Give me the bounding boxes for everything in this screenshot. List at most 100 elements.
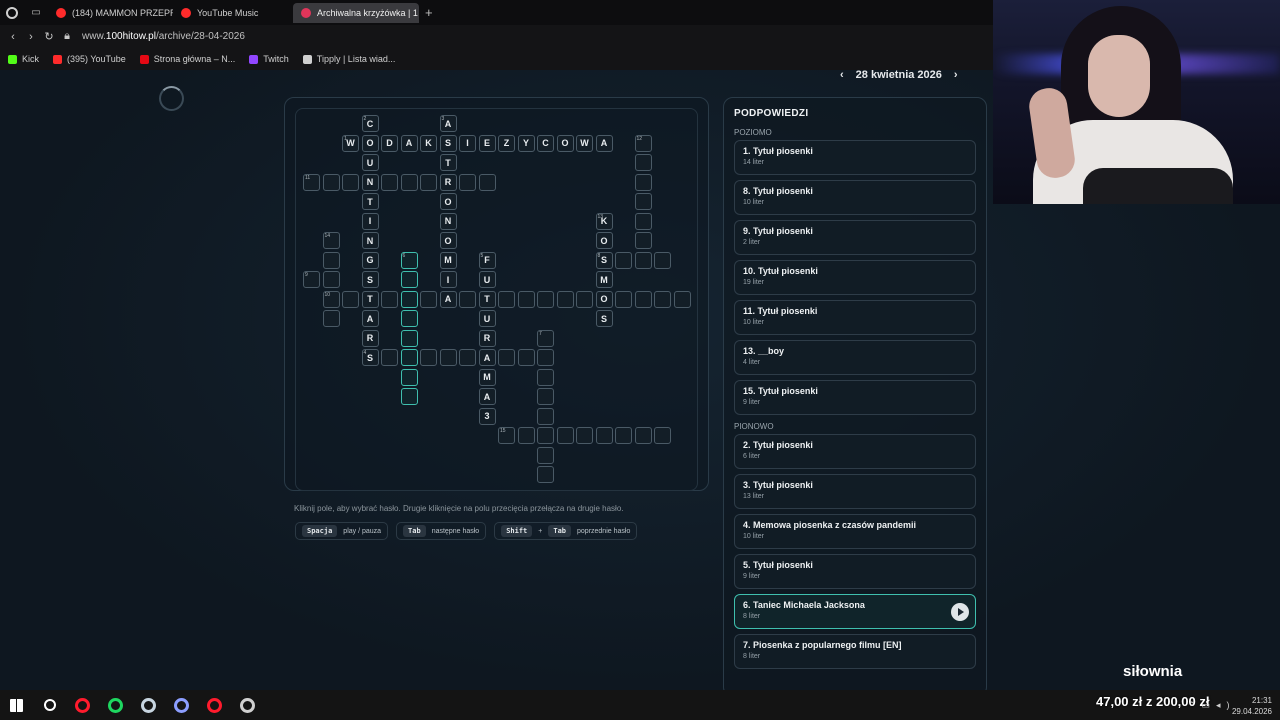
crossword-cell[interactable]: 3 [478,407,496,425]
crossword-cell[interactable] [400,310,418,327]
crossword-cell[interactable]: O [361,134,379,152]
crossword-cell[interactable] [400,388,418,405]
crossword-cell[interactable] [537,446,554,464]
opera-menu-icon[interactable] [0,0,24,25]
crossword-cell[interactable] [556,290,574,308]
back-icon[interactable]: ‹ [4,31,22,43]
crossword-cell[interactable] [459,290,476,308]
crossword-cell[interactable] [517,349,535,366]
new-tab-button[interactable]: + [419,5,439,20]
browser-tab[interactable]: (184) MAMMON PRZEPRO [48,3,173,23]
bookmark-item[interactable]: Kick [8,54,39,64]
crossword-cell[interactable] [634,251,652,269]
crossword-cell[interactable] [537,427,554,444]
crossword-cell[interactable]: A [595,134,613,152]
crossword-cell[interactable] [420,290,437,308]
crossword-cell[interactable]: N [361,232,379,249]
steam-icon[interactable] [132,690,165,720]
crossword-cell[interactable]: S [361,271,379,288]
reload-icon[interactable]: ↻ [40,30,58,43]
prev-date-button[interactable]: ‹ [840,70,844,81]
crossword-cell[interactable]: A [361,310,379,327]
obs-icon[interactable] [231,690,264,720]
crossword-cell[interactable] [342,173,359,191]
clue-item[interactable]: 5. Tytuł piosenki 9 liter [734,554,976,589]
crossword-cell[interactable] [634,193,652,210]
crossword-cell[interactable]: T [361,193,379,210]
crossword-cell[interactable]: R [361,329,379,347]
crossword-cell[interactable] [537,466,554,483]
crossword-cell[interactable]: O [595,232,613,249]
crossword-cell[interactable] [634,232,652,249]
url-field[interactable]: www.100hitow.pl/archive/28-04-2026 [82,31,245,42]
crossword-cell[interactable] [459,173,476,191]
crossword-cell[interactable] [322,271,340,288]
clue-item[interactable]: 8. Tytuł piosenki 10 liter [734,180,976,215]
crossword-cell[interactable]: N [361,173,379,191]
crossword-cell[interactable]: 1W [342,134,359,152]
crossword-cell[interactable]: 4S [361,349,379,366]
crossword-cell[interactable]: W [576,134,593,152]
bookmark-item[interactable]: Tipply | Lista wiad... [302,54,395,64]
crossword-cell[interactable] [576,427,593,444]
crossword-cell[interactable] [322,251,340,269]
crossword-cell[interactable]: I [361,212,379,230]
opera-icon[interactable] [66,690,99,720]
crossword-cell[interactable] [459,349,476,366]
crossword-cell[interactable]: N [439,212,457,230]
search-icon[interactable] [33,690,66,720]
crossword-cell[interactable]: 14 [322,232,340,249]
crossword-cell[interactable] [400,368,418,386]
crossword-cell[interactable] [556,427,574,444]
crossword-cell[interactable]: U [478,271,496,288]
crossword-cell[interactable] [420,173,437,191]
crossword-cell[interactable]: O [556,134,574,152]
crossword-cell[interactable] [381,173,398,191]
clue-item[interactable]: 6. Taniec Michaela Jacksona 8 liter [734,594,976,629]
browser-tab[interactable]: YouTube Music [173,3,293,23]
crossword-cell[interactable] [595,427,613,444]
opera-gx-icon[interactable] [198,690,231,720]
crossword-cell[interactable]: O [439,232,457,249]
crossword-cell[interactable] [498,290,515,308]
crossword-cell[interactable] [537,290,554,308]
crossword-cell[interactable]: 6 [400,251,418,269]
crossword-cell[interactable]: T [478,290,496,308]
crossword-cell[interactable]: 5F [478,251,496,269]
crossword-cell[interactable]: U [478,310,496,327]
crossword-cell[interactable]: 7 [537,329,554,347]
play-icon[interactable] [951,603,969,621]
crossword-cell[interactable]: U [361,154,379,171]
workspaces-icon[interactable]: ▭ [24,7,48,18]
crossword-cell[interactable]: E [478,134,496,152]
crossword-cell[interactable]: S [595,310,613,327]
crossword-cell[interactable]: 8S [595,251,613,269]
crossword-cell[interactable]: C [537,134,554,152]
clue-item[interactable]: 9. Tytuł piosenki 2 liter [734,220,976,255]
clue-item[interactable]: 4. Memowa piosenka z czasów pandemii 10 l… [734,514,976,549]
crossword-cell[interactable] [654,427,671,444]
crossword-cell[interactable]: Z [498,134,515,152]
crossword-cell[interactable]: M [478,368,496,386]
crossword-cell[interactable] [400,349,418,366]
crossword-cell[interactable]: 11 [303,173,320,191]
crossword-cell[interactable]: 15 [498,427,515,444]
crossword-cell[interactable]: R [439,173,457,191]
next-date-button[interactable]: › [954,70,958,81]
crossword-cell[interactable]: A [439,290,457,308]
crossword-cell[interactable]: 13 K [595,212,613,230]
crossword-cell[interactable] [537,388,554,405]
crossword-cell[interactable] [400,329,418,347]
crossword-cell[interactable]: Y [517,134,535,152]
crossword-cell[interactable] [478,173,496,191]
crossword-cell[interactable] [400,173,418,191]
crossword-cell[interactable] [517,427,535,444]
crossword-cell[interactable] [498,349,515,366]
crossword-cell[interactable]: T [439,154,457,171]
crossword-cell[interactable] [322,173,340,191]
crossword-cell[interactable]: A [400,134,418,152]
crossword-cell[interactable] [537,407,554,425]
crossword-cell[interactable]: 9 [303,271,320,288]
crossword-cell[interactable] [634,212,652,230]
crossword-cell[interactable]: 3A [439,115,457,132]
